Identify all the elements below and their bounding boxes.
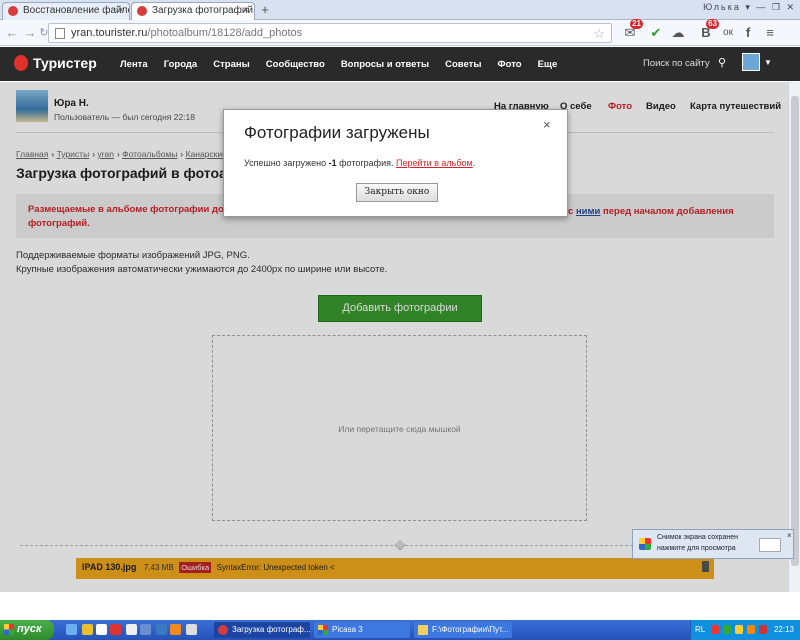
site-favicon-icon bbox=[137, 6, 147, 16]
quicklaunch-icon[interactable] bbox=[82, 624, 93, 635]
go-to-album-link[interactable]: Перейти в альбом bbox=[396, 158, 473, 168]
site-search-input[interactable]: Поиск по сайту bbox=[643, 58, 710, 69]
system-tray: RL 22:13 bbox=[690, 620, 800, 640]
window-controls[interactable]: Юлька ▾ — ❐ ✕ bbox=[703, 2, 796, 13]
nav-item[interactable]: Советы bbox=[445, 59, 481, 70]
chevron-down-icon[interactable]: ▼ bbox=[764, 58, 772, 67]
chat-icon[interactable]: ☁ bbox=[668, 23, 688, 43]
facebook-icon[interactable]: f bbox=[738, 23, 758, 43]
close-icon[interactable]: × bbox=[787, 531, 792, 540]
menu-icon[interactable]: ≡ bbox=[760, 23, 780, 43]
upload-count: -1 bbox=[328, 158, 337, 168]
quicklaunch-icon[interactable] bbox=[186, 624, 197, 635]
language-indicator[interactable]: RL bbox=[695, 625, 705, 634]
quicklaunch-icon[interactable] bbox=[96, 624, 107, 635]
address-bar[interactable]: yran.tourister.ru/photoalbum/18128/add_p… bbox=[48, 23, 612, 43]
tray-icon[interactable] bbox=[723, 625, 731, 634]
notification-title: Снимок экрана сохранен bbox=[657, 534, 738, 541]
bookmark-star-icon[interactable]: ☆ bbox=[593, 26, 605, 42]
tab-title: Загрузка фотографий bbox=[152, 5, 253, 16]
upload-complete-dialog: Фотографии загружены × Успешно загружено… bbox=[223, 109, 568, 217]
window-buttons[interactable]: — ❐ ✕ bbox=[756, 2, 796, 12]
close-tab-icon[interactable]: × bbox=[118, 5, 124, 16]
quicklaunch-icon[interactable] bbox=[170, 624, 181, 635]
clock[interactable]: 22:13 bbox=[774, 625, 794, 634]
user-avatar[interactable] bbox=[742, 53, 760, 71]
nav-item[interactable]: Сообщество bbox=[266, 59, 325, 70]
tray-icon[interactable] bbox=[747, 625, 755, 634]
quicklaunch-icon[interactable] bbox=[126, 624, 137, 635]
site-favicon-icon bbox=[8, 6, 18, 16]
nav-item[interactable]: Лента bbox=[120, 59, 148, 70]
browser-toolbar: ← → ↻ yran.tourister.ru/photoalbum/18128… bbox=[0, 19, 800, 46]
dialog-message: Успешно загружено -1 фотография. Перейти… bbox=[244, 158, 476, 168]
url-path: /photoalbum/18128/add_photos bbox=[147, 27, 303, 39]
page-scrollbar[interactable] bbox=[788, 82, 800, 592]
taskbar-item-folder[interactable]: F:\Фотографии\Пут... bbox=[414, 622, 512, 638]
quicklaunch-icon[interactable] bbox=[66, 624, 77, 635]
browser-icon bbox=[218, 625, 228, 635]
tab-photo-upload[interactable]: Загрузка фотографий × bbox=[131, 2, 255, 20]
quicklaunch-icon[interactable] bbox=[140, 624, 151, 635]
quicklaunch-icon[interactable] bbox=[156, 624, 167, 635]
url-host: yran.tourister.ru bbox=[71, 27, 148, 39]
tray-icon[interactable] bbox=[711, 625, 719, 634]
windows-taskbar: пуск Загрузка фотограф... Picasa 3 F:\Фо… bbox=[0, 620, 800, 640]
tray-icon[interactable] bbox=[759, 625, 767, 634]
picasa-icon bbox=[318, 625, 328, 635]
mail-icon[interactable]: ✉ 21 bbox=[620, 19, 643, 43]
start-button[interactable]: пуск bbox=[0, 620, 54, 640]
close-tab-icon[interactable]: × bbox=[243, 5, 249, 16]
scrollbar-thumb[interactable] bbox=[791, 96, 799, 566]
tab-file-recovery[interactable]: Восстановление файлов × bbox=[2, 2, 130, 20]
nav-item[interactable]: Страны bbox=[213, 59, 249, 70]
close-dialog-button[interactable]: Закрыть окно bbox=[356, 183, 438, 202]
screenshot-thumbnail bbox=[759, 538, 781, 552]
close-icon[interactable]: × bbox=[543, 117, 551, 132]
window-user[interactable]: Юлька ▾ bbox=[703, 2, 752, 12]
folder-icon bbox=[418, 625, 428, 635]
taskbar-item-picasa[interactable]: Picasa 3 bbox=[314, 622, 410, 638]
balloon-logo-icon bbox=[14, 55, 28, 71]
taskbar-item-browser[interactable]: Загрузка фотограф... bbox=[214, 622, 310, 638]
browser-tab-bar: Восстановление файлов × Загрузка фотогра… bbox=[0, 0, 800, 20]
site-logo[interactable]: Туристер bbox=[14, 55, 97, 71]
screenshot-notification[interactable]: Снимок экрана сохранен нажмите для просм… bbox=[632, 529, 794, 559]
nav-item[interactable]: Фото bbox=[498, 59, 522, 70]
quicklaunch-icon[interactable] bbox=[110, 624, 121, 635]
vk-icon[interactable]: В 63 bbox=[696, 19, 719, 43]
tab-title: Восстановление файлов bbox=[23, 5, 130, 16]
page-icon bbox=[55, 28, 65, 39]
search-icon[interactable]: ⚲ bbox=[718, 56, 726, 69]
nav-item[interactable]: Вопросы и ответы bbox=[341, 59, 429, 70]
nav-item[interactable]: Еще bbox=[538, 59, 558, 70]
back-button[interactable]: ← bbox=[4, 25, 20, 41]
odnoklassniki-icon[interactable]: ок bbox=[718, 23, 738, 43]
tray-icon[interactable] bbox=[735, 625, 743, 634]
dialog-title: Фотографии загружены bbox=[244, 123, 430, 142]
nav-item[interactable]: Города bbox=[164, 59, 198, 70]
site-header: Туристер Лента Города Страны Сообщество … bbox=[0, 47, 800, 81]
windows-logo-icon bbox=[4, 624, 14, 635]
new-tab-button[interactable]: + bbox=[256, 2, 274, 19]
main-nav: Лента Города Страны Сообщество Вопросы и… bbox=[120, 58, 570, 70]
shield-check-icon[interactable]: ✔ bbox=[646, 23, 666, 43]
notification-text: нажмите для просмотра bbox=[657, 545, 736, 552]
picasa-icon bbox=[639, 538, 651, 550]
mail-badge: 21 bbox=[630, 19, 643, 29]
